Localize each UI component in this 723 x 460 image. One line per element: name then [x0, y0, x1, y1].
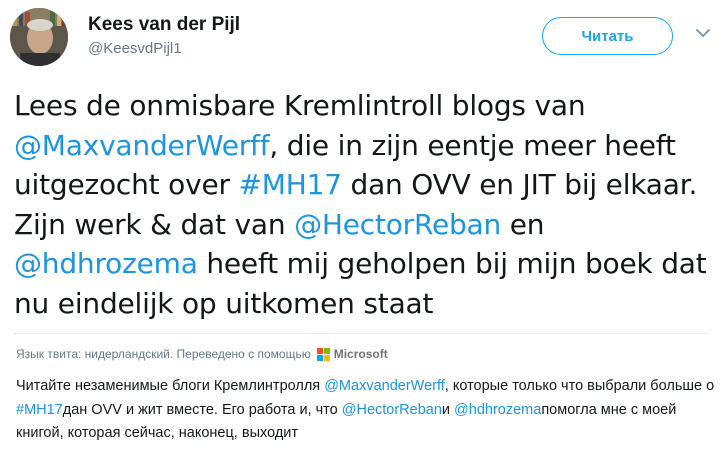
mention-link[interactable]: @HectorReban	[342, 402, 442, 418]
mention-link[interactable]: @hdhrozema	[14, 247, 198, 280]
chevron-down-icon[interactable]	[694, 24, 712, 42]
mention-link[interactable]: @MaxvanderWerff	[324, 378, 445, 394]
divider	[14, 333, 709, 334]
follow-button[interactable]: Читать	[542, 17, 673, 55]
hashtag-link[interactable]: #MH17	[16, 402, 63, 418]
translated-text: Читайте незаменимые блоги Кремлинтролля …	[16, 375, 716, 446]
text-segment: Читайте незаменимые блоги Кремлинтролля	[16, 378, 325, 394]
mention-link[interactable]: @hdhrozema	[454, 402, 541, 418]
avatar[interactable]	[10, 8, 68, 66]
text-segment: en	[501, 207, 545, 241]
mention-link[interactable]: @HectorReban	[294, 208, 501, 241]
translation-attribution: Язык твита: нидерландский. Переведено с …	[16, 345, 388, 363]
translation-provider[interactable]: Microsoft	[334, 347, 388, 361]
avatar-image	[10, 8, 68, 66]
microsoft-logo-icon	[316, 347, 330, 361]
translation-note: Язык твита: нидерландский. Переведено с …	[16, 347, 311, 361]
hashtag-link[interactable]: #MH17	[239, 168, 343, 201]
text-segment: , которые только что выбрали больше о	[444, 378, 715, 394]
tweet-text: Lees de onmisbare Kremlintroll blogs van…	[14, 86, 714, 323]
text-segment: дан OVV и жит вместе. Его работа и, что	[62, 401, 342, 418]
mention-link[interactable]: @MaxvanderWerff	[14, 129, 270, 162]
text-segment: и	[441, 401, 455, 418]
display-name[interactable]: Kees van der Pijl	[88, 13, 240, 36]
tweet-header: Kees van der Pijl @KeesvdPijl1 Читать	[0, 0, 723, 80]
user-handle[interactable]: @KeesvdPijl1	[88, 39, 240, 59]
text-segment: Lees de onmisbare Kremlintroll blogs van	[14, 89, 586, 122]
